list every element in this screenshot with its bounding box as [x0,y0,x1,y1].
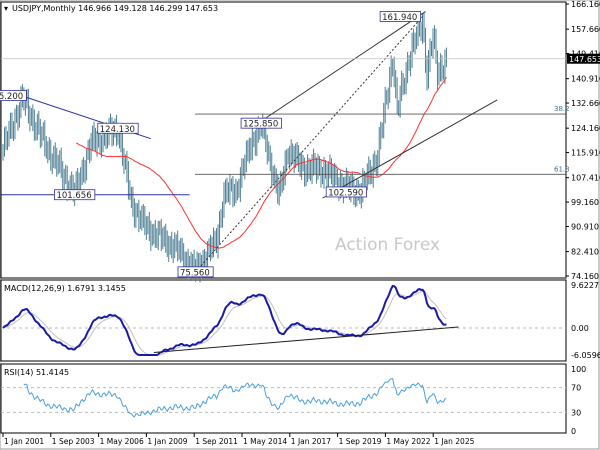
rsi-line [23,378,447,418]
price-label: 102.590 [328,188,363,198]
fib-level-label: 61.8 [554,165,570,173]
price-tick-label: 140.910 [571,75,600,84]
price-tick-label: 132.660 [571,99,600,108]
rsi-tick-label: 0 [571,427,576,436]
price-label: 125.850 [243,120,278,130]
macd-tick-label: 0.00 [571,324,589,333]
time-tick-label: 1 Sep 2003 [52,437,95,446]
price-tick-label: 99.160 [571,198,599,207]
time-tick-label: 1 Sep 2019 [339,437,382,446]
rsi-title: RSI(14) 51.4145 [4,368,69,377]
price-tick-label: 82.410 [571,248,599,257]
time-tick-label: 1 Jan 2001 [4,437,44,446]
current-price-value: 147.653 [569,55,600,64]
symbol-label: USDJPY,Monthly 146.966 149.128 146.299 1… [12,4,218,13]
price-tick-label: 90.910 [571,222,599,231]
time-tick-label: 1 May 2014 [243,437,287,446]
price-tick-label: 124.160 [571,124,600,133]
rsi-tick-label: 100 [571,365,586,374]
price-tick-label: 74.160 [571,272,599,281]
dropdown-arrow-icon: ▾ [4,4,8,13]
rsi-tick-label: 70 [571,384,581,393]
time-tick-label: 1 Jan 2025 [434,437,474,446]
time-tick-label: 1 Sep 2011 [195,437,238,446]
chart-canvas[interactable]: 38.2 61.8 135.200 124.130 101.656 75.560 125.8… [0,0,600,450]
price-label: 101.656 [56,191,91,201]
time-tick-label: 1 May 2022 [386,437,430,446]
fib-level-label: 38.2 [554,105,570,113]
chart-window: 38.2 61.8 135.200 124.130 101.656 75.560 125.8… [0,0,600,450]
moving-average-line [75,77,447,249]
retracement-line [195,16,423,273]
rsi-tick-label: 30 [571,408,581,417]
macd-tick-label: -6.0596 [571,351,600,360]
time-tick-label: 1 Jan 2009 [147,437,187,446]
time-tick-label: 1 May 2006 [100,437,144,446]
price-tick-label: 107.410 [571,174,600,183]
macd-signal-line [2,290,447,356]
channel-upper-line [265,11,426,119]
channel-lower-line [322,99,498,199]
price-tick-label: 157.660 [571,25,600,34]
price-label: 124.130 [100,125,135,135]
price-tick-label: 115.910 [571,149,600,158]
window-border [0,0,600,450]
time-tick-label: 1 Jan 2017 [291,437,331,446]
price-label: 161.940 [382,13,417,23]
macd-tick-label: 9.6227 [571,281,599,290]
price-tick-label: 166.160 [571,0,600,9]
watermark: Action Forex [335,235,440,255]
price-label: 75.560 [180,268,210,278]
macd-trend-line [153,326,459,354]
price-label: 135.200 [0,92,23,102]
macd-title: MACD(12,26,9) 1.6791 3.1455 [4,284,126,293]
panel-frame [0,1,567,279]
